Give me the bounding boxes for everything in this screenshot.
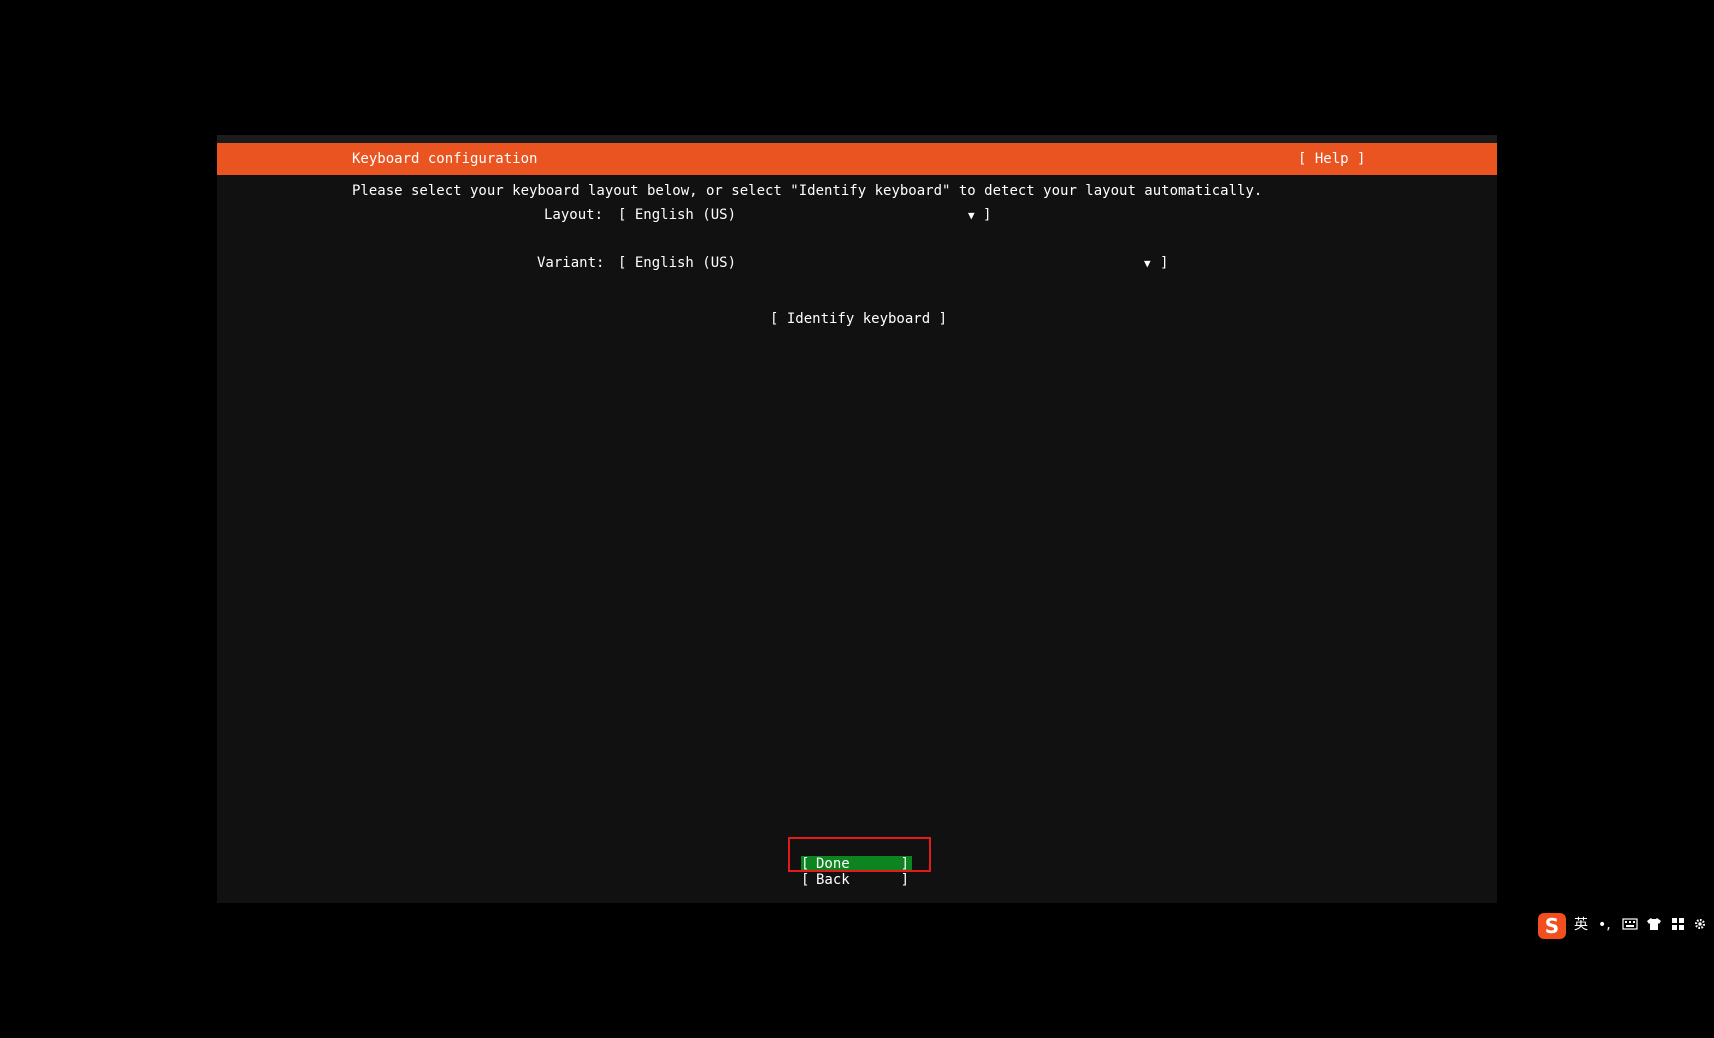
layout-select-close: ] [983, 207, 992, 223]
annotation-highlight-box [788, 837, 931, 872]
instruction-text: Please select your keyboard layout below… [352, 183, 1263, 199]
ime-language-toggle[interactable]: 英 [1574, 917, 1588, 933]
back-label: Back [816, 872, 850, 888]
page-title: Keyboard configuration [352, 151, 538, 167]
variant-label: Variant: [537, 255, 605, 271]
ime-punctuation-toggle[interactable]: •, [1598, 917, 1611, 933]
layout-dropdown-caret-icon[interactable]: ▼ [968, 209, 975, 222]
layout-select[interactable]: [ English (US) [618, 207, 736, 223]
variant-select[interactable]: [ English (US) [618, 255, 736, 271]
identify-keyboard-button[interactable]: [ Identify keyboard ] [770, 311, 947, 327]
header-bar: Keyboard configuration [ Help ] [217, 143, 1497, 175]
top-strip [217, 135, 1497, 143]
ime-toolbar: S 英 •, [1536, 910, 1714, 942]
gear-icon[interactable] [1692, 917, 1708, 935]
ime-logo-icon[interactable]: S [1538, 913, 1566, 939]
help-button[interactable]: [ Help ] [1298, 151, 1365, 167]
layout-label: Layout: [544, 207, 604, 223]
back-button[interactable]: [ Back ] [801, 872, 912, 888]
grid-icon[interactable] [1670, 917, 1686, 935]
shirt-icon[interactable] [1646, 917, 1662, 935]
variant-select-close: ] [1160, 255, 1169, 271]
back-bracket-open: [ [801, 872, 810, 888]
back-bracket-close: ] [900, 872, 909, 888]
keyboard-icon[interactable] [1622, 917, 1638, 935]
installer-screen: Keyboard configuration [ Help ] Please s… [217, 135, 1497, 903]
variant-dropdown-caret-icon[interactable]: ▼ [1144, 257, 1151, 270]
